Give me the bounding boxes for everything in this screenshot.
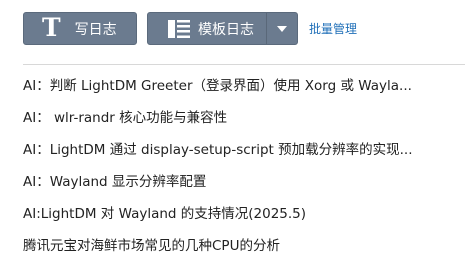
list-item[interactable]: AI：Wayland 显示分辨率配置 [23, 168, 465, 200]
template-dropdown-toggle[interactable] [267, 13, 297, 44]
chevron-down-icon [277, 25, 287, 32]
list-item[interactable]: AI：判断 LightDM Greeter（登录界面）使用 Xorg 或 Way… [23, 72, 465, 104]
text-t-icon: T [42, 13, 61, 42]
list-item[interactable]: 腾讯元宝对海鲜市场常见的几种CPU的分析 [23, 232, 465, 264]
list-item[interactable]: AI：LightDM 通过 display-setup-script 预加载分辨… [23, 136, 465, 168]
list-item[interactable]: AI： wlr-randr 核心功能与兼容性 [23, 104, 465, 136]
post-list: AI：判断 LightDM Greeter（登录界面）使用 Xorg 或 Way… [23, 72, 465, 264]
batch-manage-link[interactable]: 批量管理 [309, 20, 357, 37]
write-log-button[interactable]: T 写日志 [23, 12, 137, 45]
toolbar: T 写日志 模板日志 批量管理 [0, 0, 465, 64]
write-log-label: 写日志 [74, 21, 117, 38]
template-log-main[interactable]: 模板日志 [148, 13, 266, 44]
list-item[interactable]: AI:LightDM 对 Wayland 的支持情况(2025.5) [23, 200, 465, 232]
divider [23, 64, 465, 65]
template-log-label: 模板日志 [198, 21, 254, 38]
template-log-button[interactable]: 模板日志 [147, 12, 298, 45]
list-icon [168, 19, 190, 38]
